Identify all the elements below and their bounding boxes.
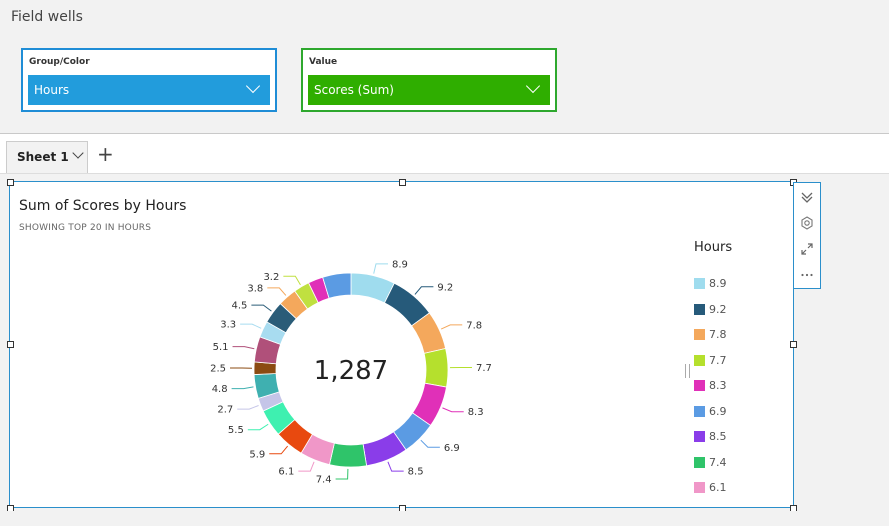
legend-label: 7.8 [709, 328, 727, 341]
legend-label: 8.3 [709, 379, 727, 392]
visual-subtitle: SHOWING TOP 20 IN HOURS [19, 223, 152, 233]
legend-swatch [694, 482, 705, 493]
legend-swatch [694, 354, 705, 366]
legend-label: 7.4 [709, 455, 727, 469]
plus-icon[interactable]: + [97, 144, 114, 164]
legend-swatch [694, 329, 705, 340]
group-color-label: Group/Color [29, 57, 90, 67]
chevron-down-icon [245, 78, 261, 94]
resize-handle[interactable] [7, 341, 14, 348]
chevron-down-icon [525, 78, 541, 94]
legend-title: Hours [694, 240, 733, 255]
legend-label: 8.9 [709, 277, 727, 290]
sheet-tab-bar: Sheet 1 + [0, 134, 889, 174]
resize-handle[interactable] [790, 341, 797, 348]
tab-sheet-1[interactable]: Sheet 1 [6, 141, 88, 173]
legend-label: 6.1 [709, 481, 727, 494]
legend-swatch [694, 278, 705, 289]
legend-swatch [694, 456, 705, 468]
legend-label: 6.9 [709, 404, 727, 418]
resize-grip[interactable] [685, 364, 690, 378]
double-chevron-down-icon[interactable] [794, 185, 820, 209]
resize-handle[interactable] [399, 179, 406, 186]
value-field-value: Scores (Sum) [314, 83, 394, 97]
ellipsis-icon[interactable] [794, 263, 820, 287]
gear-icon[interactable] [794, 211, 820, 235]
legend-label: 9.2 [709, 302, 727, 316]
visual-toolbar [793, 182, 821, 289]
legend-label: 8.5 [709, 430, 727, 443]
expand-icon[interactable] [794, 237, 820, 261]
group-color-field-button[interactable]: Hours [28, 75, 270, 105]
value-label: Value [309, 57, 338, 67]
chevron-down-icon[interactable] [72, 147, 84, 159]
legend-swatch [694, 405, 705, 417]
legend-swatch [694, 303, 705, 315]
legend-swatch [694, 380, 705, 391]
legend-label: 7.7 [709, 353, 727, 367]
field-wells-title: Field wells [11, 9, 83, 25]
group-color-field-value: Hours [34, 83, 70, 97]
tab-sheet-1-label: Sheet 1 [17, 150, 69, 164]
legend-swatch [694, 431, 705, 442]
resize-handle[interactable] [7, 179, 14, 186]
value-well: Value Scores (Sum) [301, 48, 557, 112]
group-color-well: Group/Color Hours [21, 48, 277, 112]
footer-bar [0, 511, 889, 526]
value-field-button[interactable]: Scores (Sum) [308, 75, 550, 105]
visual-title: Sum of Scores by Hours [19, 198, 187, 214]
